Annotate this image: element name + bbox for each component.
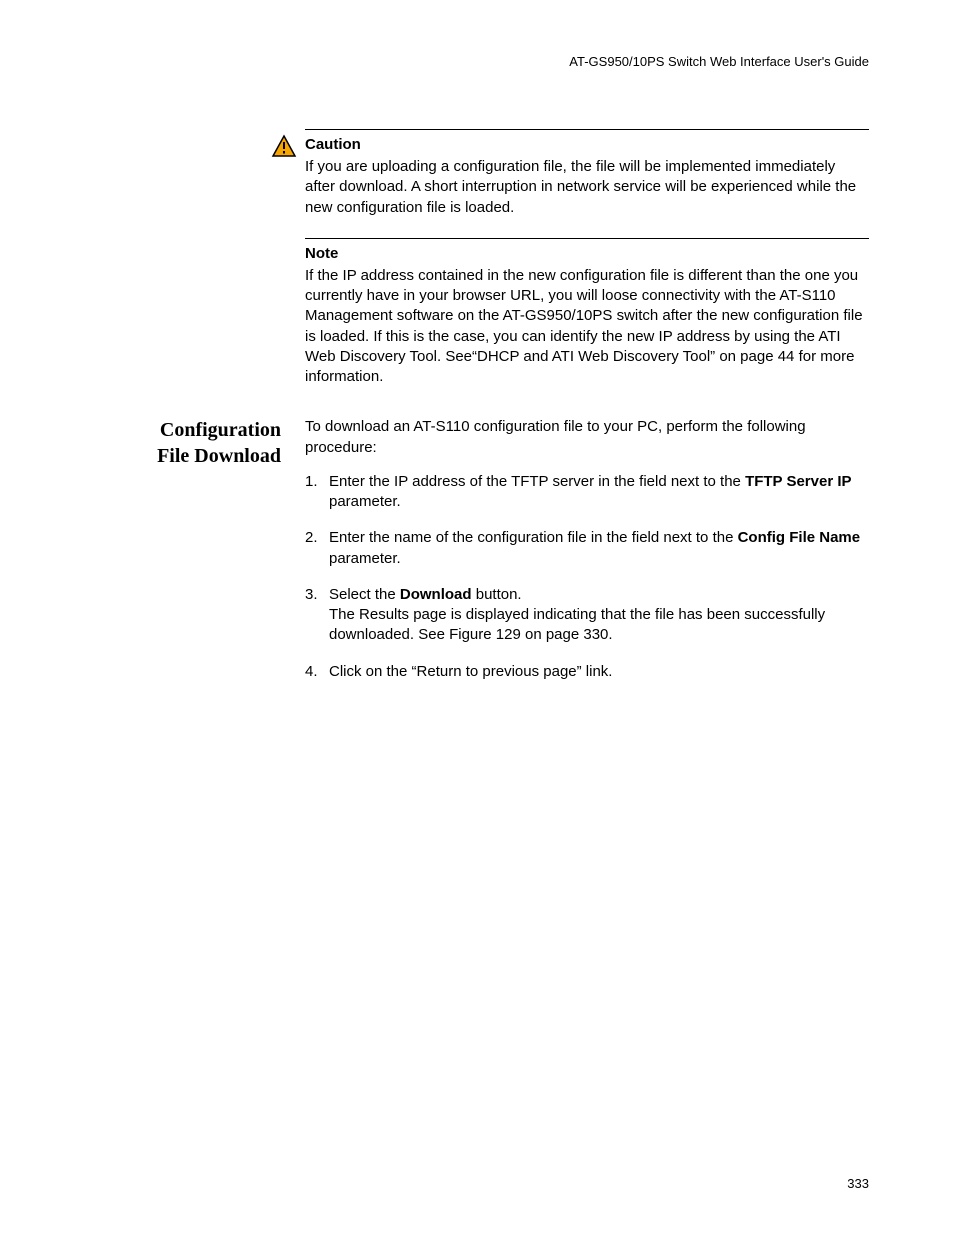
step-number: 2. bbox=[305, 528, 329, 569]
caution-text: If you are uploading a configuration fil… bbox=[305, 157, 869, 218]
page-number: 333 bbox=[847, 1176, 869, 1191]
step-text: button. bbox=[472, 586, 522, 603]
step-text: Click on the “Return to previous page” l… bbox=[329, 663, 612, 680]
content-column: Caution If you are uploading a configura… bbox=[305, 129, 869, 387]
step-bold: Download bbox=[400, 586, 472, 603]
step-body: Enter the name of the configuration file… bbox=[329, 528, 869, 569]
step-number: 1. bbox=[305, 472, 329, 513]
step-3: 3. Select the Download button. The Resul… bbox=[305, 585, 869, 646]
heading-line-2: File Download bbox=[157, 445, 281, 467]
step-body: Enter the IP address of the TFTP server … bbox=[329, 472, 869, 513]
document-page: AT-GS950/10PS Switch Web Interface User'… bbox=[0, 0, 954, 1235]
rule-line bbox=[305, 238, 869, 239]
section-heading: Configuration File Download bbox=[85, 417, 305, 469]
step-2: 2. Enter the name of the configuration f… bbox=[305, 528, 869, 569]
step-number: 4. bbox=[305, 662, 329, 682]
step-text: parameter. bbox=[329, 550, 401, 567]
step-text: Select the bbox=[329, 586, 400, 603]
rule-line bbox=[305, 129, 869, 130]
step-body: Select the Download button. The Results … bbox=[329, 585, 869, 646]
step-body: Click on the “Return to previous page” l… bbox=[329, 662, 869, 682]
heading-line-1: Configuration bbox=[160, 419, 281, 441]
warning-icon bbox=[271, 134, 297, 158]
steps-list: 1. Enter the IP address of the TFTP serv… bbox=[305, 472, 869, 682]
step-text: The Results page is displayed indicating… bbox=[329, 606, 825, 643]
step-bold: TFTP Server IP bbox=[745, 473, 851, 490]
note-label: Note bbox=[305, 245, 869, 262]
step-bold: Config File Name bbox=[738, 529, 861, 546]
section-intro: To download an AT-S110 configuration fil… bbox=[305, 417, 869, 458]
step-1: 1. Enter the IP address of the TFTP serv… bbox=[305, 472, 869, 513]
step-4: 4. Click on the “Return to previous page… bbox=[305, 662, 869, 682]
step-number: 3. bbox=[305, 585, 329, 646]
step-text: Enter the IP address of the TFTP server … bbox=[329, 473, 745, 490]
note-block: Note If the IP address contained in the … bbox=[305, 238, 869, 388]
step-text: parameter. bbox=[329, 493, 401, 510]
caution-label: Caution bbox=[305, 136, 869, 153]
caution-block: Caution If you are uploading a configura… bbox=[305, 136, 869, 218]
page-header: AT-GS950/10PS Switch Web Interface User'… bbox=[85, 54, 869, 69]
note-text: If the IP address contained in the new c… bbox=[305, 266, 869, 388]
section-row: Configuration File Download To download … bbox=[85, 417, 869, 698]
step-text: Enter the name of the configuration file… bbox=[329, 529, 738, 546]
